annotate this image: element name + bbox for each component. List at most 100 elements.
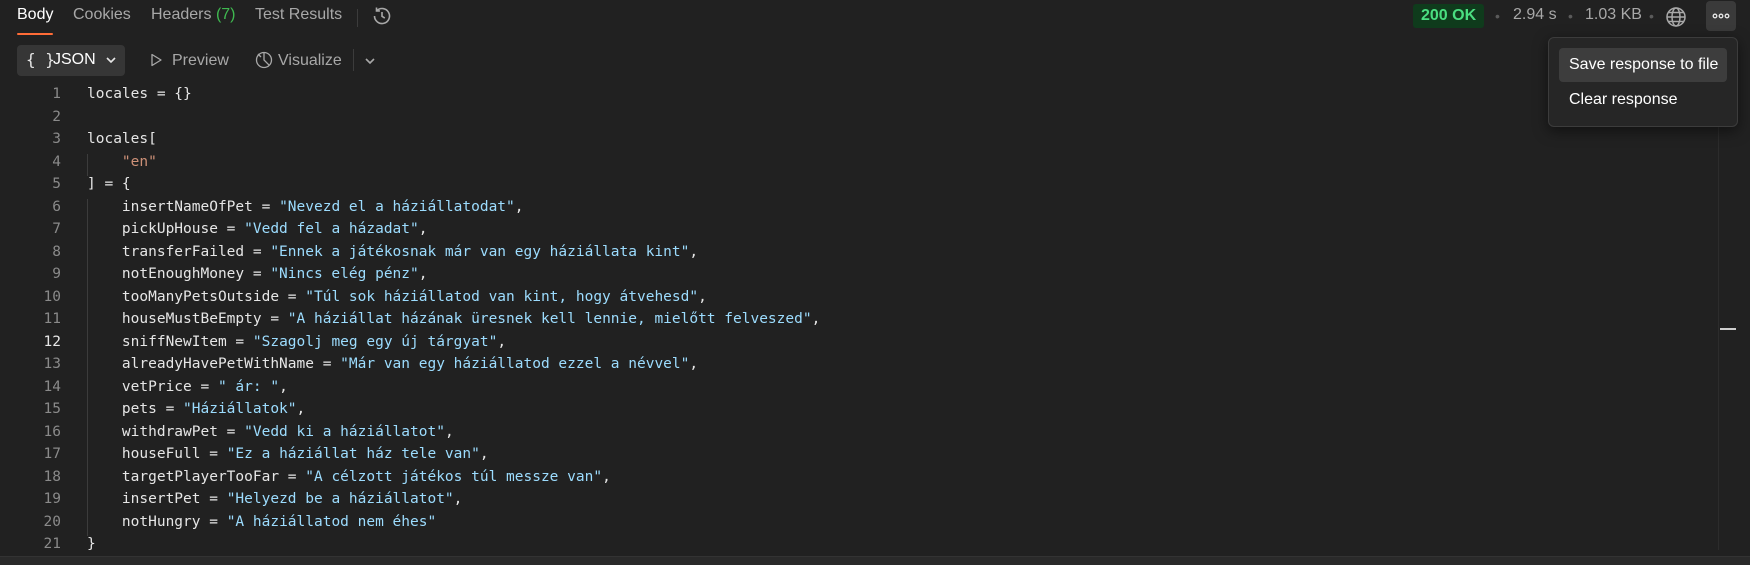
code-key: insertNameOfPet = xyxy=(87,198,280,215)
code-key: pickUpHouse = xyxy=(87,221,245,237)
code-line: 5 ] = { xyxy=(0,176,1718,198)
line-code: houseFull = "Ez a háziállat ház tele van… xyxy=(87,446,489,462)
line-number: 6 xyxy=(52,198,61,215)
bottom-status-bar xyxy=(0,556,1750,565)
line-code: insertNameOfPet = "Nevezd el a háziállat… xyxy=(87,199,524,215)
line-code: transferFailed = "Ennek a játékosnak már… xyxy=(87,244,698,260)
code-string-value: "Vedd fel a házadat" xyxy=(244,221,419,237)
line-number: 7 xyxy=(52,221,61,237)
line-number: 9 xyxy=(52,266,61,282)
code-string-value: "Vedd ki a háziállatot" xyxy=(244,423,445,440)
line-number: 2 xyxy=(52,108,61,125)
play-icon xyxy=(151,53,162,67)
tab-cookies[interactable]: Cookies xyxy=(73,6,131,32)
code-line: 3 locales[ xyxy=(0,131,1718,153)
code-line: 9 notEnoughMoney = "Nincs elég pénz", xyxy=(0,266,1718,288)
tab-headers[interactable]: Headers (7) xyxy=(151,6,236,32)
meta-separator: • xyxy=(1495,8,1500,24)
indent-guide xyxy=(87,153,88,176)
meta-separator: • xyxy=(1649,8,1654,24)
line-number: 14 xyxy=(43,378,61,395)
code-string-value: " ár: " xyxy=(217,378,280,395)
line-number: 12 xyxy=(43,333,61,350)
line-number: 16 xyxy=(43,423,61,440)
visualize-button[interactable]: Visualize xyxy=(254,49,348,73)
code-punctuation: , xyxy=(418,221,428,237)
code-line: 17 houseFull = "Ez a háziállat ház tele … xyxy=(0,446,1718,468)
visualize-icon xyxy=(255,51,273,69)
code-string-value: "Nevezd el a háziállatodat" xyxy=(279,198,515,215)
code-line: 14 vetPrice = " ár: ", xyxy=(0,379,1718,401)
meta-separator: • xyxy=(1568,8,1573,24)
globe-icon[interactable] xyxy=(1664,5,1688,29)
code-line: 11 houseMustBeEmpty = "A háziállat házán… xyxy=(0,311,1718,333)
line-code: withdrawPet = "Vedd ki a háziállatot", xyxy=(87,424,454,440)
code-string-value: "A háziállat házának üresnek kell lennie… xyxy=(287,311,812,327)
line-code: "en" xyxy=(87,153,157,170)
code-punctuation: , xyxy=(514,198,524,215)
line-code: pickUpHouse = "Vedd fel a házadat", xyxy=(87,221,428,237)
line-number: 3 xyxy=(52,131,61,147)
code-string-value: "Ennek a játékosnak már van egy háziálla… xyxy=(270,243,690,260)
code-line: 15 pets = "Háziállatok", xyxy=(0,401,1718,423)
status-badge[interactable]: 200 OK xyxy=(1413,4,1485,28)
save-response-to-file-item[interactable]: Save response to file xyxy=(1559,48,1727,82)
line-number: 10 xyxy=(43,288,61,305)
code-punctuation: , xyxy=(279,378,288,395)
clear-response-item[interactable]: Clear response xyxy=(1559,83,1727,117)
code-line: 6 insertNameOfPet = "Nevezd el a háziáll… xyxy=(0,199,1718,221)
code-punctuation: , xyxy=(602,468,611,485)
code-string-value: "A háziállatod nem éhes" xyxy=(226,513,437,530)
history-icon[interactable] xyxy=(370,4,394,28)
more-horizontal-icon xyxy=(1712,13,1730,19)
toolbar-divider xyxy=(353,49,354,71)
tab-headers-label: Headers xyxy=(151,6,212,23)
code-string-value: "Nincs elég pénz" xyxy=(270,266,419,282)
more-actions-button[interactable] xyxy=(1706,1,1736,31)
line-number: 11 xyxy=(43,311,61,327)
line-number: 18 xyxy=(43,468,61,485)
headers-count: (7) xyxy=(215,6,236,23)
response-body-editor[interactable]: 1 locales = {} 2 3 locales[4 "en" 5] = {6 ins… xyxy=(0,86,1718,556)
editor-scrollbar[interactable] xyxy=(1718,80,1719,550)
line-number: 5 xyxy=(52,176,61,192)
active-tab-indicator xyxy=(17,33,53,35)
line-code: ] = { xyxy=(87,176,131,192)
code-line: 21} xyxy=(0,536,1718,558)
code-key: alreadyHavePetWithName = xyxy=(87,356,341,372)
code-punctuation: , xyxy=(296,401,306,417)
tab-test-results[interactable]: Test Results xyxy=(255,6,342,32)
code-key: notHungry = xyxy=(87,513,227,530)
preview-label: Preview xyxy=(172,52,229,69)
response-size[interactable]: 1.03 KB xyxy=(1585,6,1642,24)
chevron-down-icon[interactable] xyxy=(362,53,378,69)
code-key: vetPrice = xyxy=(87,378,218,395)
code-line: 7 pickUpHouse = "Vedd fel a házadat", xyxy=(0,221,1718,243)
line-code: locales = {} xyxy=(87,86,192,102)
more-actions-menu: Save response to file Clear response xyxy=(1548,37,1738,127)
tab-body[interactable]: Body xyxy=(17,6,53,32)
format-select[interactable]: { } JSON xyxy=(17,45,125,76)
line-code: houseMustBeEmpty = "A háziállat házának … xyxy=(87,311,820,327)
code-key: withdrawPet = xyxy=(87,423,245,440)
response-time[interactable]: 2.94 s xyxy=(1513,6,1557,24)
line-code: pets = "Háziállatok", xyxy=(87,401,305,417)
code-key: insertPet = xyxy=(87,491,227,507)
code-line: 2 xyxy=(0,109,1718,131)
line-code: } xyxy=(87,536,96,552)
format-label: JSON xyxy=(53,51,96,68)
preview-button[interactable]: Preview xyxy=(148,49,232,73)
line-code: locales[ xyxy=(87,131,157,147)
code-key: sniffNewItem = xyxy=(87,333,253,350)
line-code: targetPlayerTooFar = "A célzott játékos … xyxy=(87,469,611,485)
line-number: 15 xyxy=(43,401,61,417)
line-code: sniffNewItem = "Szagolj meg egy új tárgy… xyxy=(87,334,506,350)
code-punctuation: , xyxy=(453,491,463,507)
code-key: transferFailed = xyxy=(87,243,271,260)
line-number: 17 xyxy=(43,446,61,462)
line-number: 21 xyxy=(43,536,61,552)
code-line: 20 notHungry = "A háziállatod nem éhes" xyxy=(0,514,1718,536)
code-key: tooManyPetsOutside = xyxy=(87,288,306,305)
code-line: 4 "en" xyxy=(0,154,1718,176)
line-number: 8 xyxy=(52,243,61,260)
